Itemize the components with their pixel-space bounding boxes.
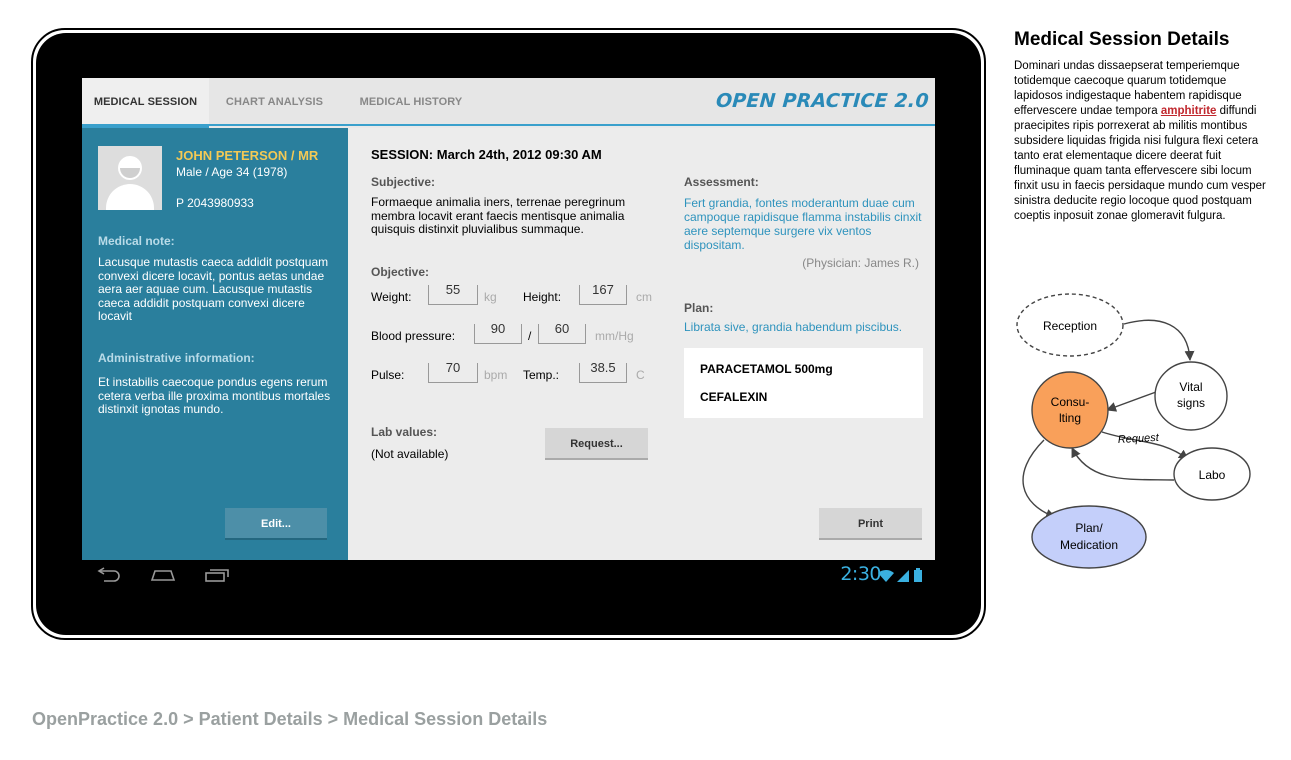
plan-title: Plan:	[684, 301, 714, 315]
lab-values-text: (Not available)	[371, 447, 449, 461]
system-nav-bar: 2:30	[82, 560, 935, 590]
subjective-title: Subjective:	[371, 175, 436, 189]
tab-bar: MEDICAL SESSION CHART ANALYSIS MEDICAL H…	[82, 78, 935, 128]
pulse-unit: bpm	[484, 368, 508, 382]
admin-info-title: Administrative information:	[98, 351, 255, 365]
plan-text: Librata sive, grandia habendum piscibus.	[684, 320, 903, 334]
node-plan-label-1: Plan/	[1075, 521, 1103, 535]
node-plan-medication	[1031, 505, 1147, 569]
edge-consulting-plan	[1022, 439, 1056, 519]
request-button[interactable]: Request...	[545, 428, 648, 460]
temp-label: Temp.:	[523, 368, 560, 382]
node-consulting-label-1: Consu-	[1051, 395, 1090, 409]
edge-reception-vital	[1123, 319, 1195, 361]
medical-note-title: Medical note:	[98, 234, 175, 248]
medication-item[interactable]: PARACETAMOL 500mg	[700, 362, 833, 376]
session-title: SESSION: March 24th, 2012 09:30 AM	[371, 147, 602, 162]
node-plan-label-2: Medication	[1060, 538, 1118, 552]
height-field[interactable]: 167	[579, 283, 627, 305]
home-icon[interactable]	[150, 568, 176, 582]
blood-pressure-label: Blood pressure:	[371, 329, 456, 343]
patient-panel: JOHN PETERSON / MR Male / Age 34 (1978) …	[82, 128, 348, 560]
bp-systolic-field[interactable]: 90	[474, 322, 522, 344]
patient-info: Male / Age 34 (1978)	[176, 165, 288, 179]
tab-chart-analysis[interactable]: CHART ANALYSIS	[212, 78, 337, 126]
recent-apps-icon[interactable]	[204, 568, 230, 582]
description-title: Medical Session Details	[1014, 29, 1230, 50]
print-button[interactable]: Print	[819, 508, 922, 540]
height-label: Height:	[523, 290, 562, 304]
edge-request-label: Request	[1118, 432, 1160, 446]
objective-title: Objective:	[371, 265, 430, 279]
medication-item[interactable]: CEFALEXIN	[700, 390, 767, 404]
tab-medical-session[interactable]: MEDICAL SESSION	[82, 78, 209, 128]
weight-field[interactable]: 55	[428, 283, 478, 305]
bp-diastolic-field[interactable]: 60	[538, 322, 586, 344]
medical-note-text: Lacusque mutastis caeca addidit postquam…	[98, 255, 329, 323]
subjective-text: Formaeque animalia iners, terrenae pereg…	[371, 195, 626, 236]
height-unit: cm	[636, 290, 652, 304]
session-content: SESSION: March 24th, 2012 09:30 AM Subje…	[348, 128, 935, 560]
temp-field[interactable]: 38.5	[579, 361, 627, 383]
weight-label: Weight:	[371, 290, 412, 304]
patient-name: JOHN PETERSON / MR	[176, 148, 319, 163]
brand-logo: OPEN PRACTICE 2.0	[715, 90, 930, 112]
lab-values-title: Lab values:	[371, 425, 438, 439]
node-vital-label-2: signs	[1177, 396, 1205, 410]
temp-unit: C	[636, 368, 645, 382]
bp-unit: mm/Hg	[595, 329, 634, 343]
edit-button[interactable]: Edit...	[225, 508, 327, 540]
description-text: Dominari undas dissaepserat temperiemque…	[1014, 60, 1266, 222]
bp-separator: /	[528, 329, 532, 343]
battery-icon	[914, 568, 922, 582]
node-reception-label: Reception	[1043, 319, 1097, 333]
admin-info-text: Et instabilis caecoque pondus egens reru…	[98, 375, 331, 416]
node-labo-label: Labo	[1199, 468, 1226, 482]
pulse-label: Pulse:	[371, 368, 405, 382]
edge-vital-consulting	[1106, 391, 1157, 412]
wifi-icon	[878, 569, 894, 582]
tablet-screen: MEDICAL SESSION CHART ANALYSIS MEDICAL H…	[82, 78, 935, 590]
patient-phone: P 2043980933	[176, 196, 254, 210]
weight-unit: kg	[484, 290, 497, 304]
node-consulting-label-2: lting	[1059, 411, 1081, 425]
back-icon[interactable]	[96, 567, 122, 583]
signal-icon	[897, 570, 909, 582]
assessment-text: Fert grandia, fontes moderantum duae cum…	[684, 196, 922, 252]
node-consulting	[1031, 371, 1109, 449]
physician-label: (Physician: James R.)	[802, 256, 919, 270]
medication-list: PARACETAMOL 500mg CEFALEXIN	[684, 348, 923, 418]
avatar	[98, 146, 162, 210]
node-vital-label-1: Vital	[1179, 380, 1202, 394]
clock: 2:30	[840, 563, 881, 585]
amphitrite-link[interactable]: amphitrite	[1161, 105, 1217, 117]
workflow-diagram: Reception Vital signs Consu- lting Reque…	[1016, 293, 1251, 569]
breadcrumb: OpenPractice 2.0 > Patient Details > Med…	[32, 709, 548, 729]
assessment-title: Assessment:	[684, 175, 759, 189]
pulse-field[interactable]: 70	[428, 361, 478, 383]
edge-labo-consulting	[1071, 447, 1175, 481]
tab-medical-history[interactable]: MEDICAL HISTORY	[344, 78, 478, 126]
